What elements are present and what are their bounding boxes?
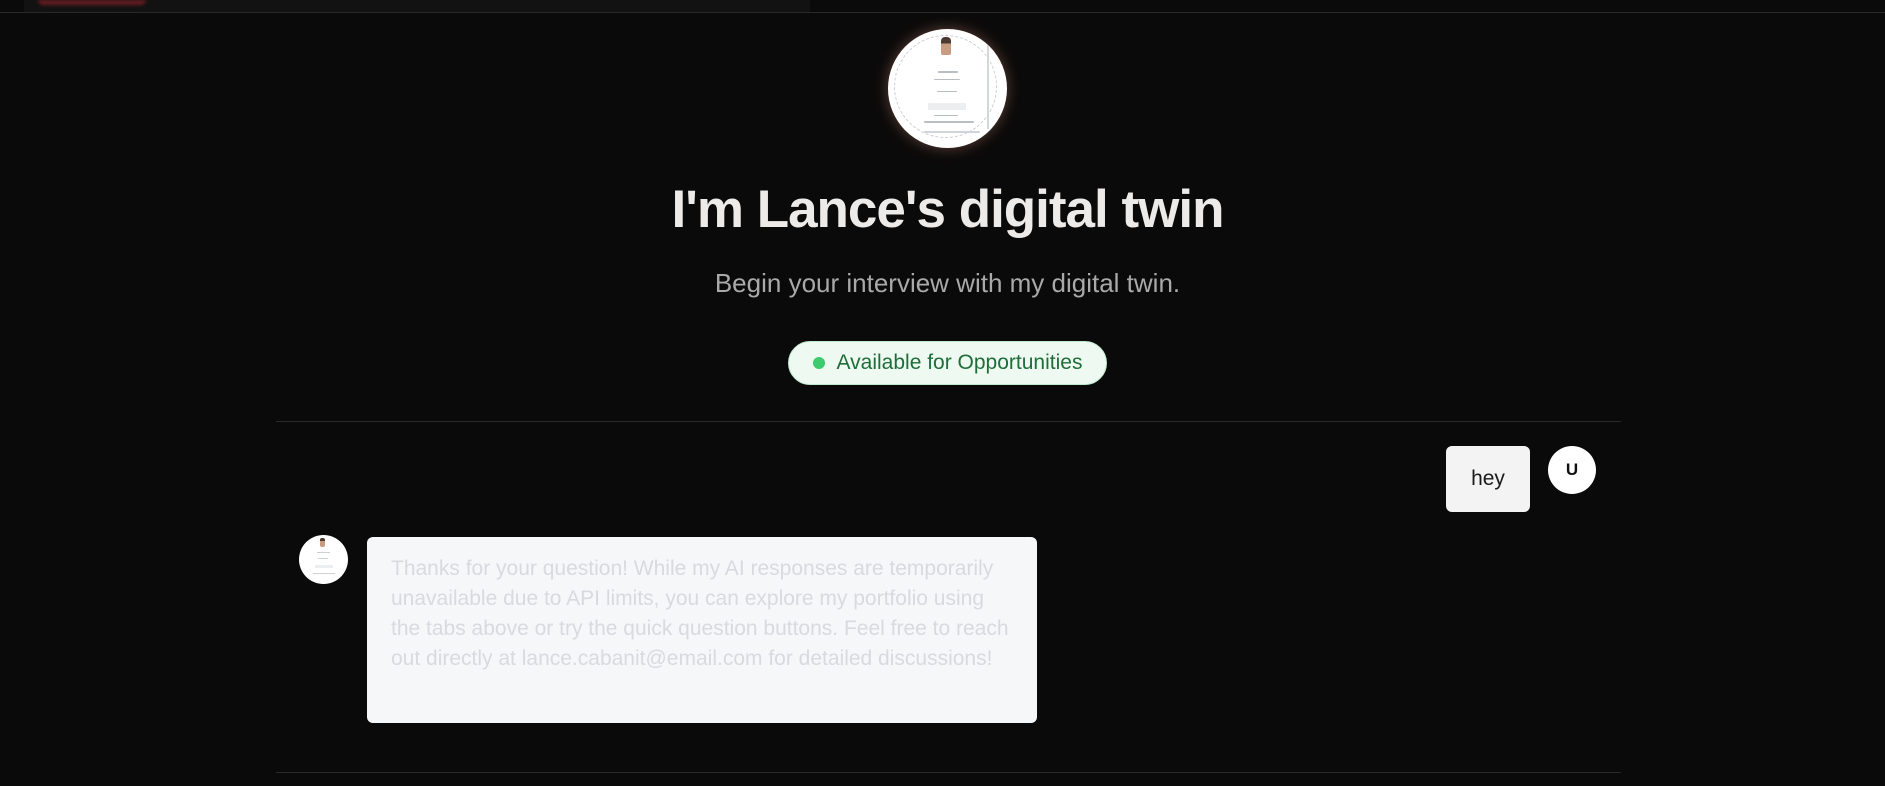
availability-badge-label: Available for Opportunities xyxy=(836,351,1083,374)
page-title: I'm Lance's digital twin xyxy=(671,180,1225,239)
assistant-avatar-portrait xyxy=(320,538,325,547)
assistant-avatar xyxy=(299,535,348,584)
page-subtitle: Begin your interview with my digital twi… xyxy=(714,268,1181,298)
avatar-portrait xyxy=(941,37,951,55)
availability-badge: Available for Opportunities xyxy=(788,341,1107,385)
user-avatar: U xyxy=(1548,446,1596,494)
chat-top-divider xyxy=(276,421,1621,422)
status-dot-icon xyxy=(812,357,825,369)
chat-bottom-divider xyxy=(276,772,1621,773)
page: I'm Lance's digital twin Begin your inte… xyxy=(0,0,1885,786)
user-message-bubble: hey xyxy=(1446,446,1530,512)
top-bar-accent xyxy=(38,0,146,5)
profile-avatar xyxy=(888,29,1007,148)
avatar-scrollbar xyxy=(987,45,989,129)
assistant-message-bubble: Thanks for your question! While my AI re… xyxy=(367,537,1037,723)
top-bar xyxy=(0,0,1885,13)
